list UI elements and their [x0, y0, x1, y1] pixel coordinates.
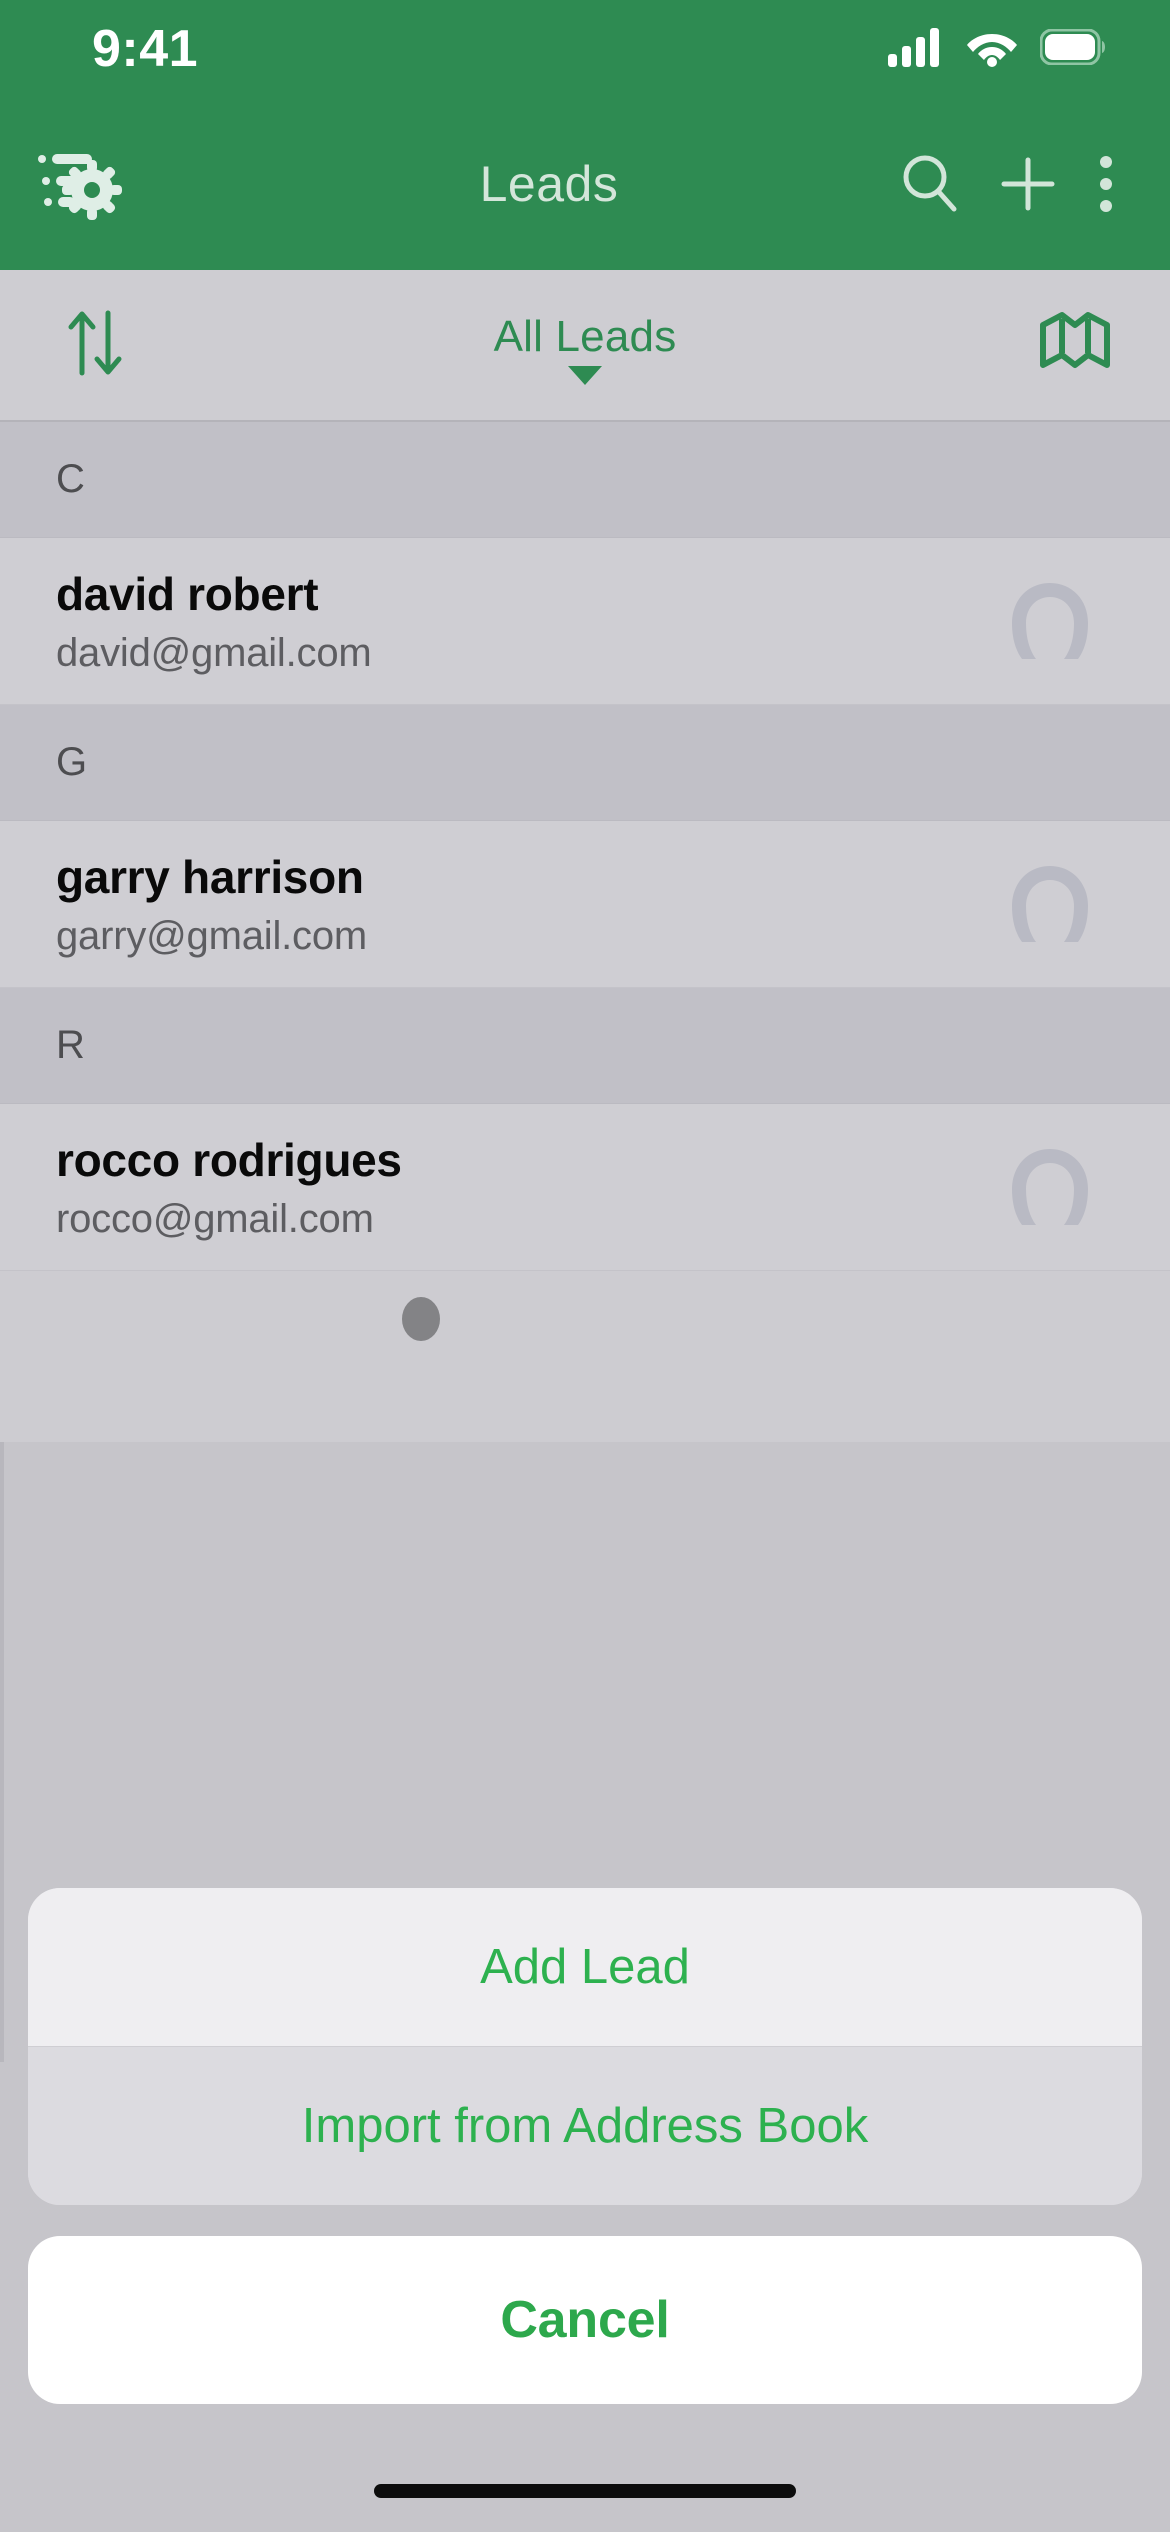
lead-list[interactable]: C david robert david@gmail.com G garry h…	[0, 422, 1170, 1442]
cellular-signal-icon	[888, 27, 944, 72]
action-sheet: Add Lead Import from Address Book	[28, 1888, 1142, 2205]
filter-dropdown[interactable]: All Leads	[190, 312, 980, 385]
list-empty-area	[0, 1271, 1170, 1442]
lead-info: rocco rodrigues rocco@gmail.com	[56, 1133, 402, 1242]
section-header-letter: G	[56, 740, 88, 784]
list-item[interactable]: rocco rodrigues rocco@gmail.com	[0, 1104, 1170, 1271]
map-icon	[1037, 307, 1113, 384]
lead-info: garry harrison garry@gmail.com	[56, 850, 367, 959]
avatar	[998, 1135, 1102, 1239]
lead-email: rocco@gmail.com	[56, 1196, 374, 1241]
avatar	[998, 569, 1102, 673]
lead-name: david robert	[56, 567, 319, 620]
list-item[interactable]: garry harrison garry@gmail.com	[0, 821, 1170, 988]
map-view-button[interactable]	[980, 307, 1170, 384]
section-header: R	[0, 988, 1170, 1104]
sort-button[interactable]	[0, 305, 190, 386]
cancel-button[interactable]: Cancel	[28, 2236, 1142, 2404]
section-header: C	[0, 422, 1170, 538]
import-from-address-book-button[interactable]: Import from Address Book	[28, 2047, 1142, 2205]
status-bar-time: 9:41	[92, 20, 199, 78]
search-icon[interactable]	[898, 152, 962, 216]
status-bar-indicators	[888, 27, 1108, 72]
filter-bar: All Leads	[0, 270, 1170, 422]
add-icon[interactable]	[996, 152, 1060, 216]
touch-indicator	[402, 1297, 440, 1341]
action-sheet-cancel-group: Cancel	[28, 2236, 1142, 2404]
list-item[interactable]: david robert david@gmail.com	[0, 538, 1170, 705]
section-header-letter: R	[56, 1023, 85, 1067]
wifi-icon	[966, 27, 1018, 72]
battery-icon	[1039, 28, 1108, 70]
section-header: G	[0, 705, 1170, 821]
lead-name: garry harrison	[56, 850, 364, 903]
page-title: Leads	[479, 156, 619, 212]
chevron-down-icon	[568, 365, 602, 385]
avatar	[998, 852, 1102, 956]
lead-email: garry@gmail.com	[56, 913, 368, 958]
section-header-letter: C	[56, 457, 85, 501]
nav-left-group	[0, 145, 200, 223]
lead-name: rocco rodrigues	[56, 1133, 402, 1186]
screen-edge-divider	[0, 1442, 4, 2062]
status-bar: 9:41	[0, 0, 1170, 98]
filter-selected-label: All Leads	[493, 311, 677, 361]
lead-email: david@gmail.com	[56, 630, 372, 675]
nav-bar: Leads	[0, 98, 1170, 270]
filter-settings-icon[interactable]	[38, 145, 122, 223]
more-options-icon[interactable]	[1094, 152, 1118, 216]
sort-arrows-icon	[58, 305, 132, 386]
add-lead-button[interactable]: Add Lead	[28, 1888, 1142, 2046]
nav-right-group	[898, 152, 1170, 216]
lead-info: david robert david@gmail.com	[56, 567, 372, 676]
home-indicator[interactable]	[374, 2484, 796, 2498]
